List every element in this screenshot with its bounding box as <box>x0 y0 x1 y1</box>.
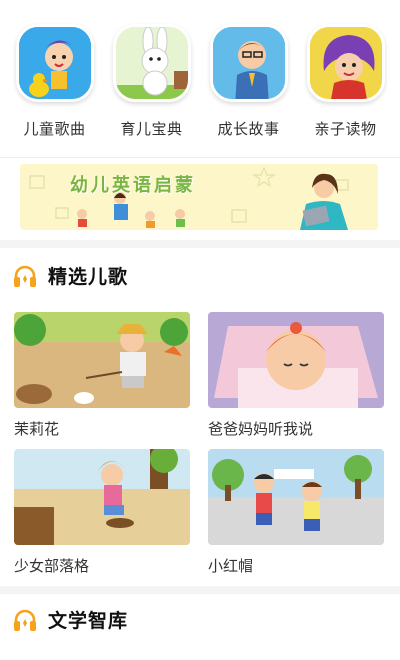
song-card-listen-to-me[interactable]: 爸爸妈妈听我说 <box>208 312 384 439</box>
song-thumbnail <box>208 312 384 408</box>
song-thumbnail <box>14 312 190 408</box>
section-title: 文学智库 <box>48 610 129 632</box>
category-growth-stories[interactable]: 成长故事 <box>203 24 295 158</box>
section-title: 精选儿歌 <box>48 266 129 288</box>
category-parent-child-reading[interactable]: 亲子读物 <box>300 24 392 158</box>
song-caption: 爸爸妈妈听我说 <box>208 420 314 438</box>
reading-girl-icon <box>306 24 385 102</box>
song-caption: 少女部落格 <box>14 557 90 575</box>
category-row: 儿童歌曲 育儿宝典 成长故事 亲子读物 <box>0 0 400 158</box>
category-label: 成长故事 <box>217 120 280 138</box>
song-card-jasmine[interactable]: 茉莉花 <box>14 312 190 439</box>
teacher-icon <box>209 24 288 102</box>
section-separator <box>0 240 400 248</box>
song-caption: 小红帽 <box>208 557 254 575</box>
english-enlightenment-banner[interactable]: 幼儿英语启蒙 <box>20 164 378 230</box>
headphones-icon <box>14 265 36 287</box>
headphones-icon <box>14 609 36 631</box>
category-label: 儿童歌曲 <box>23 120 86 138</box>
song-card-little-red-hat[interactable]: 小红帽 <box>208 449 384 576</box>
singing-child-icon <box>15 24 94 102</box>
category-children-songs[interactable]: 儿童歌曲 <box>9 24 101 158</box>
category-parenting-guide[interactable]: 育儿宝典 <box>106 24 198 158</box>
song-caption: 茉莉花 <box>14 420 60 438</box>
category-label: 育儿宝典 <box>120 120 183 138</box>
banner-title: 幼儿英语启蒙 <box>70 175 196 196</box>
bottom-navigation-bar[interactable] <box>0 654 400 660</box>
divider <box>0 157 400 158</box>
section-header-featured-songs: 精选儿歌 <box>12 262 128 289</box>
song-card-girl-blog[interactable]: 少女部落格 <box>14 449 190 576</box>
section-separator <box>0 586 400 594</box>
rabbit-icon <box>112 24 191 102</box>
song-thumbnail <box>14 449 190 545</box>
song-thumbnail <box>208 449 384 545</box>
category-label: 亲子读物 <box>314 120 377 138</box>
section-header-literature: 文学智库 <box>12 606 128 633</box>
